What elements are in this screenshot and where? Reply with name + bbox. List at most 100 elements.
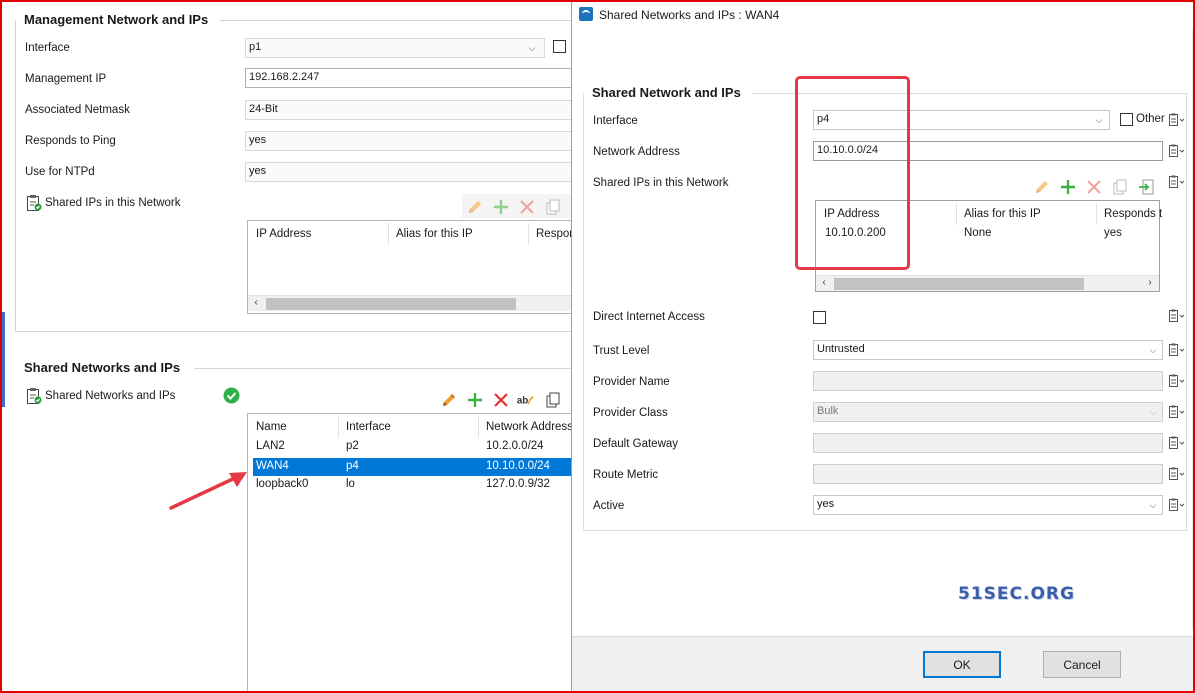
interface-label: Interface xyxy=(25,42,70,54)
shared-ips-label: Shared IPs in this Network xyxy=(45,197,181,209)
ntp-label: Use for NTPd xyxy=(25,166,95,178)
scrollbar-thumb[interactable] xyxy=(266,298,516,310)
clipboard-icon[interactable] xyxy=(1168,113,1186,127)
ok-button[interactable]: OK xyxy=(923,651,1001,678)
netmask-select[interactable]: 24-Bit xyxy=(245,100,575,120)
management-ip-table[interactable]: IP Address Alias for this IP Respor ‹ xyxy=(247,220,575,314)
column-header-responds[interactable]: Respor xyxy=(536,228,573,240)
ping-label: Responds to Ping xyxy=(25,135,116,147)
delete-icon[interactable] xyxy=(492,391,510,409)
column-divider xyxy=(388,223,389,245)
direct-internet-checkbox[interactable] xyxy=(813,311,826,324)
clipboard-icon[interactable] xyxy=(1168,175,1186,189)
dialog-titlebar[interactable]: Shared Networks and IPs : WAN4 xyxy=(572,0,1195,30)
chevron-down-icon[interactable]: ⌵ xyxy=(1146,343,1160,357)
interface-other-checkbox[interactable] xyxy=(553,40,566,53)
pencil-icon[interactable] xyxy=(1033,178,1051,196)
app-icon xyxy=(579,7,593,21)
shared-networks-label: Shared Networks and IPs xyxy=(45,390,176,402)
management-ip-input[interactable]: 192.168.2.247 xyxy=(245,68,575,88)
delete-icon[interactable] xyxy=(518,198,536,216)
scroll-right-icon[interactable]: › xyxy=(1144,277,1156,288)
scrollbar-thumb[interactable] xyxy=(834,278,1084,290)
dialog-group-title: Shared Network and IPs xyxy=(592,85,741,100)
copy-icon[interactable] xyxy=(544,198,562,216)
shared-ips-label: Shared IPs in this Network xyxy=(593,177,729,189)
default-gateway-label: Default Gateway xyxy=(593,438,679,450)
active-select[interactable]: yes xyxy=(813,495,1163,515)
scroll-left-icon[interactable]: ‹ xyxy=(818,277,830,288)
clipboard-icon[interactable] xyxy=(1168,309,1186,323)
column-header-name[interactable]: Name xyxy=(256,421,287,433)
plus-icon[interactable] xyxy=(492,198,510,216)
horizontal-scrollbar[interactable]: ‹ › xyxy=(816,275,1159,291)
provider-class-label: Provider Class xyxy=(593,407,668,419)
clipboard-icon[interactable] xyxy=(1168,144,1186,158)
other-checkbox[interactable] xyxy=(1120,113,1133,126)
interface-select[interactable]: p1 xyxy=(245,38,545,58)
management-ip-label: Management IP xyxy=(25,73,107,85)
rename-icon[interactable]: ab xyxy=(516,391,534,409)
trust-level-label: Trust Level xyxy=(593,345,650,357)
clipboard-icon[interactable] xyxy=(1168,436,1186,450)
scroll-left-icon[interactable]: ‹ xyxy=(250,297,262,308)
clipboard-icon[interactable] xyxy=(1168,498,1186,512)
chevron-down-icon[interactable]: ⌵ xyxy=(525,41,539,55)
ping-select[interactable]: yes xyxy=(245,131,575,151)
main-window: Management Network and IPs Interface p1 … xyxy=(0,0,575,693)
chevron-down-icon[interactable]: ⌵ xyxy=(1092,113,1106,127)
annotation-highlight-box xyxy=(795,76,910,270)
window-edge-marker xyxy=(2,312,5,407)
import-icon[interactable] xyxy=(1137,178,1155,196)
chevron-down-icon[interactable]: ⌵ xyxy=(1146,498,1160,512)
delete-icon[interactable] xyxy=(1085,178,1103,196)
cell-interface: p4 xyxy=(346,460,359,472)
trust-level-select[interactable]: Untrusted xyxy=(813,340,1163,360)
cell-interface: p2 xyxy=(346,440,359,452)
netmask-label: Associated Netmask xyxy=(25,104,130,116)
pencil-icon[interactable] xyxy=(466,198,484,216)
column-divider xyxy=(1096,203,1097,225)
active-label: Active xyxy=(593,500,625,512)
cell-network: 127.0.0.9/32 xyxy=(486,478,550,490)
column-header-alias[interactable]: Alias for this IP xyxy=(964,208,1041,220)
edit-dialog: Shared Networks and IPs : WAN4 Shared Ne… xyxy=(571,0,1195,693)
copy-icon[interactable] xyxy=(544,391,562,409)
plus-icon[interactable] xyxy=(1059,178,1077,196)
clipboard-icon[interactable] xyxy=(1168,467,1186,481)
cell-name: WAN4 xyxy=(256,460,289,472)
provider-class-select[interactable]: Bulk xyxy=(813,402,1163,422)
table-row-selected[interactable]: WAN4 p4 10.10.0.0/24 xyxy=(253,458,575,476)
copy-icon[interactable] xyxy=(1111,178,1129,196)
route-metric-input[interactable] xyxy=(813,464,1163,484)
ntp-select[interactable]: yes xyxy=(245,162,575,182)
dialog-title: Shared Networks and IPs : WAN4 xyxy=(599,8,780,22)
clipboard-icon[interactable] xyxy=(1168,343,1186,357)
column-header-network[interactable]: Network Address xyxy=(486,421,573,433)
direct-internet-label: Direct Internet Access xyxy=(593,311,705,323)
clipboard-check-icon xyxy=(27,388,42,404)
chevron-down-icon[interactable]: ⌵ xyxy=(1146,405,1160,419)
table-row[interactable]: loopback0 lo 127.0.0.9/32 xyxy=(248,476,575,494)
clipboard-icon[interactable] xyxy=(1168,405,1186,419)
cancel-button[interactable]: Cancel xyxy=(1043,651,1121,678)
provider-name-label: Provider Name xyxy=(593,376,670,388)
shared-networks-table[interactable]: Name Interface Network Address LAN2 p2 1… xyxy=(247,413,575,693)
network-address-label: Network Address xyxy=(593,146,680,158)
column-divider xyxy=(338,416,339,438)
default-gateway-input[interactable] xyxy=(813,433,1163,453)
column-header-interface[interactable]: Interface xyxy=(346,421,391,433)
clipboard-icon[interactable] xyxy=(1168,374,1186,388)
horizontal-scrollbar[interactable]: ‹ xyxy=(248,295,575,311)
column-header-alias[interactable]: Alias for this IP xyxy=(396,228,473,240)
pencil-icon[interactable] xyxy=(440,391,458,409)
column-divider xyxy=(528,223,529,245)
group-divider xyxy=(220,20,575,21)
table-row[interactable]: LAN2 p2 10.2.0.0/24 xyxy=(248,438,575,456)
column-header-ip[interactable]: IP Address xyxy=(256,228,311,240)
cell-alias: None xyxy=(964,227,992,239)
column-header-responds[interactable]: Responds t xyxy=(1104,208,1162,220)
provider-name-input[interactable] xyxy=(813,371,1163,391)
plus-icon[interactable] xyxy=(466,391,484,409)
dialog-right-edge xyxy=(1192,30,1194,630)
